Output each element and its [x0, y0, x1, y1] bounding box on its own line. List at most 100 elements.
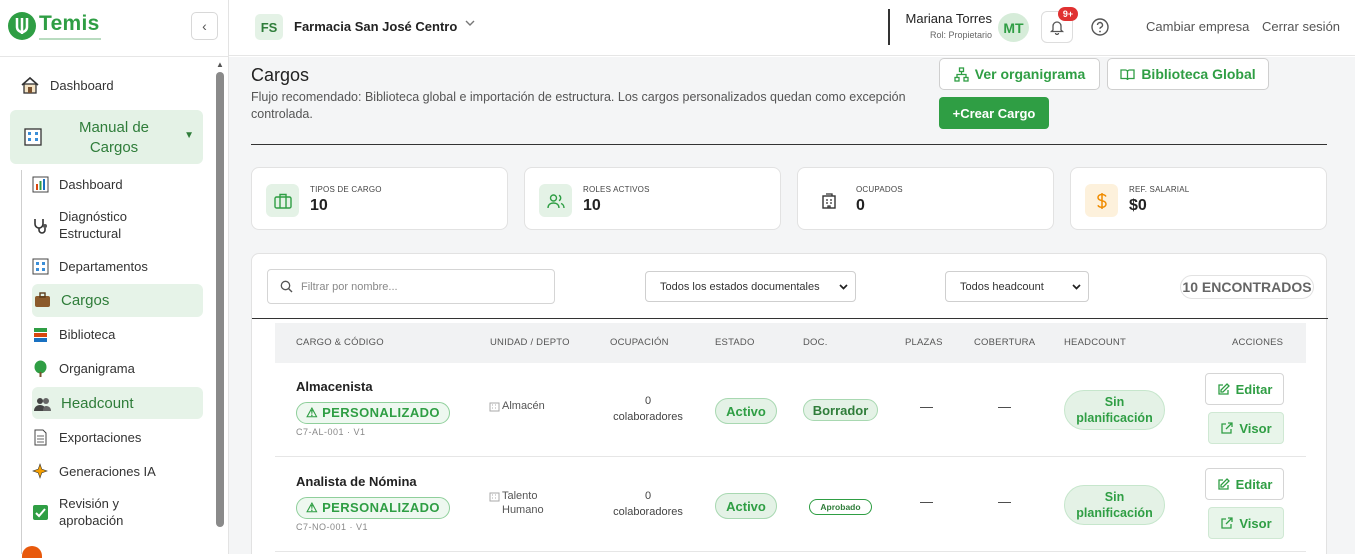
chevron-down-icon: [1071, 281, 1082, 292]
viewer-button[interactable]: Visor: [1208, 507, 1284, 539]
custom-badge: ⚠ PERSONALIZADO: [296, 402, 450, 424]
scroll-up-arrow-icon[interactable]: ▲: [216, 60, 224, 69]
occupancy-label: colaboradores: [613, 411, 683, 423]
status-badge: Activo: [715, 493, 777, 519]
sidebar-subitem-organigrama[interactable]: Organigrama: [32, 360, 135, 377]
sidebar-subitem-cargos[interactable]: Cargos: [32, 284, 203, 317]
divider: [888, 9, 890, 45]
sidebar-subitem-biblioteca[interactable]: Biblioteca: [32, 326, 115, 343]
sidebar-subitem-departamentos[interactable]: Departamentos: [32, 258, 148, 275]
sidebar-subitem-revision[interactable]: Revisión y aprobación: [32, 495, 142, 529]
button-label: Biblioteca Global: [1141, 66, 1256, 82]
sidebar-subitem-label: Exportaciones: [59, 430, 142, 445]
search-box[interactable]: [267, 269, 555, 304]
positions-table-card: Todos los estados documentales Todos hea…: [251, 253, 1328, 554]
edit-button[interactable]: Editar: [1205, 373, 1284, 405]
sidebar-subitem-label: Cargos: [61, 292, 110, 309]
stat-value: 10: [310, 197, 328, 214]
table-row[interactable]: Analista de Nómina ⚠ PERSONALIZADO C7-NO…: [275, 458, 1306, 552]
sidebar-subitem-headcount[interactable]: Headcount: [32, 387, 203, 419]
external-link-icon: [1221, 516, 1234, 529]
select-value: Todos headcount: [960, 280, 1044, 293]
edit-button[interactable]: Editar: [1205, 468, 1284, 500]
stat-card-position-types: TIPOS DE CARGO 10: [251, 167, 508, 230]
switch-company-link[interactable]: Cambiar empresa: [1146, 19, 1249, 34]
column-header: COBERTURA: [974, 337, 1036, 348]
results-count-badge: 10 ENCONTRADOS: [1180, 275, 1314, 299]
building-icon: [489, 401, 500, 412]
sidebar-subitem-diagnostico[interactable]: Diagnóstico Estructural: [32, 208, 142, 242]
headcount-badge: Sin planificación: [1064, 485, 1165, 525]
company-initials[interactable]: FS: [255, 14, 283, 40]
viewer-button[interactable]: Visor: [1208, 412, 1284, 444]
unit-cell: Almacén: [489, 399, 545, 413]
coverage-value: —: [998, 399, 1011, 414]
building-icon: [812, 184, 845, 217]
column-header: HEADCOUNT: [1064, 337, 1126, 348]
headcount-select[interactable]: Todos headcount: [945, 271, 1089, 302]
sparkles-icon: [32, 463, 49, 480]
table-header: CARGO & CÓDIGO UNIDAD / DEPTO OCUPACIÓN …: [275, 323, 1306, 363]
edit-icon: [1217, 477, 1230, 490]
brand-name: Temis: [39, 11, 100, 35]
divider: [0, 56, 229, 57]
status-badge: Activo: [715, 398, 777, 424]
sidebar-subitem-label: Generaciones IA: [59, 464, 156, 479]
sidebar-subitem-label: Biblioteca: [59, 327, 116, 342]
logout-link[interactable]: Cerrar sesión: [1262, 19, 1340, 34]
sidebar-next-item-icon: [22, 546, 42, 558]
unit-name: Talento Humano: [502, 490, 544, 516]
column-header: UNIDAD / DEPTO: [490, 337, 570, 348]
sidebar-item-label: Manual de Cargos: [78, 119, 150, 156]
chevron-left-icon: ‹: [202, 18, 207, 34]
sidebar-subitem-exportaciones[interactable]: Exportaciones: [32, 429, 141, 446]
search-input[interactable]: [301, 280, 531, 293]
help-icon[interactable]: [1090, 17, 1110, 37]
sidebar-item-label: Dashboard: [50, 77, 114, 93]
occupancy-count: 0: [644, 490, 652, 502]
office-building-icon: [23, 127, 43, 147]
position-name: Almacenista: [296, 379, 373, 394]
sidebar-item-dashboard[interactable]: Dashboard: [20, 75, 114, 95]
dollar-icon: [1085, 184, 1118, 217]
global-library-button[interactable]: Biblioteca Global: [1107, 58, 1269, 90]
column-header: ESTADO: [715, 337, 755, 348]
doc-status-badge: Aprobado: [809, 499, 872, 515]
edit-icon: [1217, 382, 1230, 395]
sidebar-subitem-generaciones-ia[interactable]: Generaciones IA: [32, 463, 156, 480]
bar-chart-icon: [32, 176, 49, 193]
table-row[interactable]: Almacenista ⚠ PERSONALIZADO C7-AL-001 · …: [275, 363, 1306, 457]
view-org-chart-button[interactable]: Ver organigrama: [939, 58, 1100, 90]
brand-tagline: [39, 37, 101, 40]
company-selector[interactable]: Farmacia San José Centro: [294, 19, 457, 34]
brand-logo[interactable]: Temis: [8, 12, 101, 40]
doc-status-select[interactable]: Todos los estados documentales: [645, 271, 856, 302]
occupancy-cell: 0 colaboradores: [605, 393, 691, 425]
briefcase-icon: [34, 292, 51, 309]
position-code: C7-NO-001 · V1: [296, 522, 369, 532]
stat-value: 10: [583, 197, 601, 214]
create-position-button[interactable]: +Crear Cargo: [939, 97, 1049, 129]
sidebar-item-manual-de-cargos[interactable]: Manual de Cargos ▼: [10, 110, 203, 164]
stat-card-active-roles: ROLES ACTIVOS 10: [524, 167, 781, 230]
chevron-down-icon[interactable]: [465, 19, 475, 27]
sidebar-subitem-dashboard[interactable]: Dashboard: [32, 176, 123, 193]
sidebar: Temis ‹ Dashboard Manual de Cargos ▼ Das…: [0, 0, 229, 558]
button-label: Visor: [1239, 420, 1272, 436]
divider: [252, 318, 1328, 319]
sidebar-scrollbar-thumb[interactable]: [216, 72, 224, 527]
user-role: Rol: Propietario: [929, 30, 992, 40]
sidebar-subitem-label: Dashboard: [59, 177, 123, 192]
headcount-badge: Sin planificación: [1064, 390, 1165, 430]
column-header: OCUPACIÓN: [610, 337, 669, 348]
home-icon: [20, 75, 40, 95]
select-value: Todos los estados documentales: [660, 280, 820, 293]
doc-status-badge: Borrador: [803, 399, 878, 421]
avatar[interactable]: MT: [998, 13, 1029, 42]
collapse-sidebar-button[interactable]: ‹: [191, 12, 218, 40]
stethoscope-icon: [32, 217, 49, 234]
coverage-value: —: [998, 494, 1011, 509]
people-icon: [34, 395, 51, 412]
stat-value: 0: [856, 197, 865, 214]
tree-icon: [32, 360, 49, 377]
